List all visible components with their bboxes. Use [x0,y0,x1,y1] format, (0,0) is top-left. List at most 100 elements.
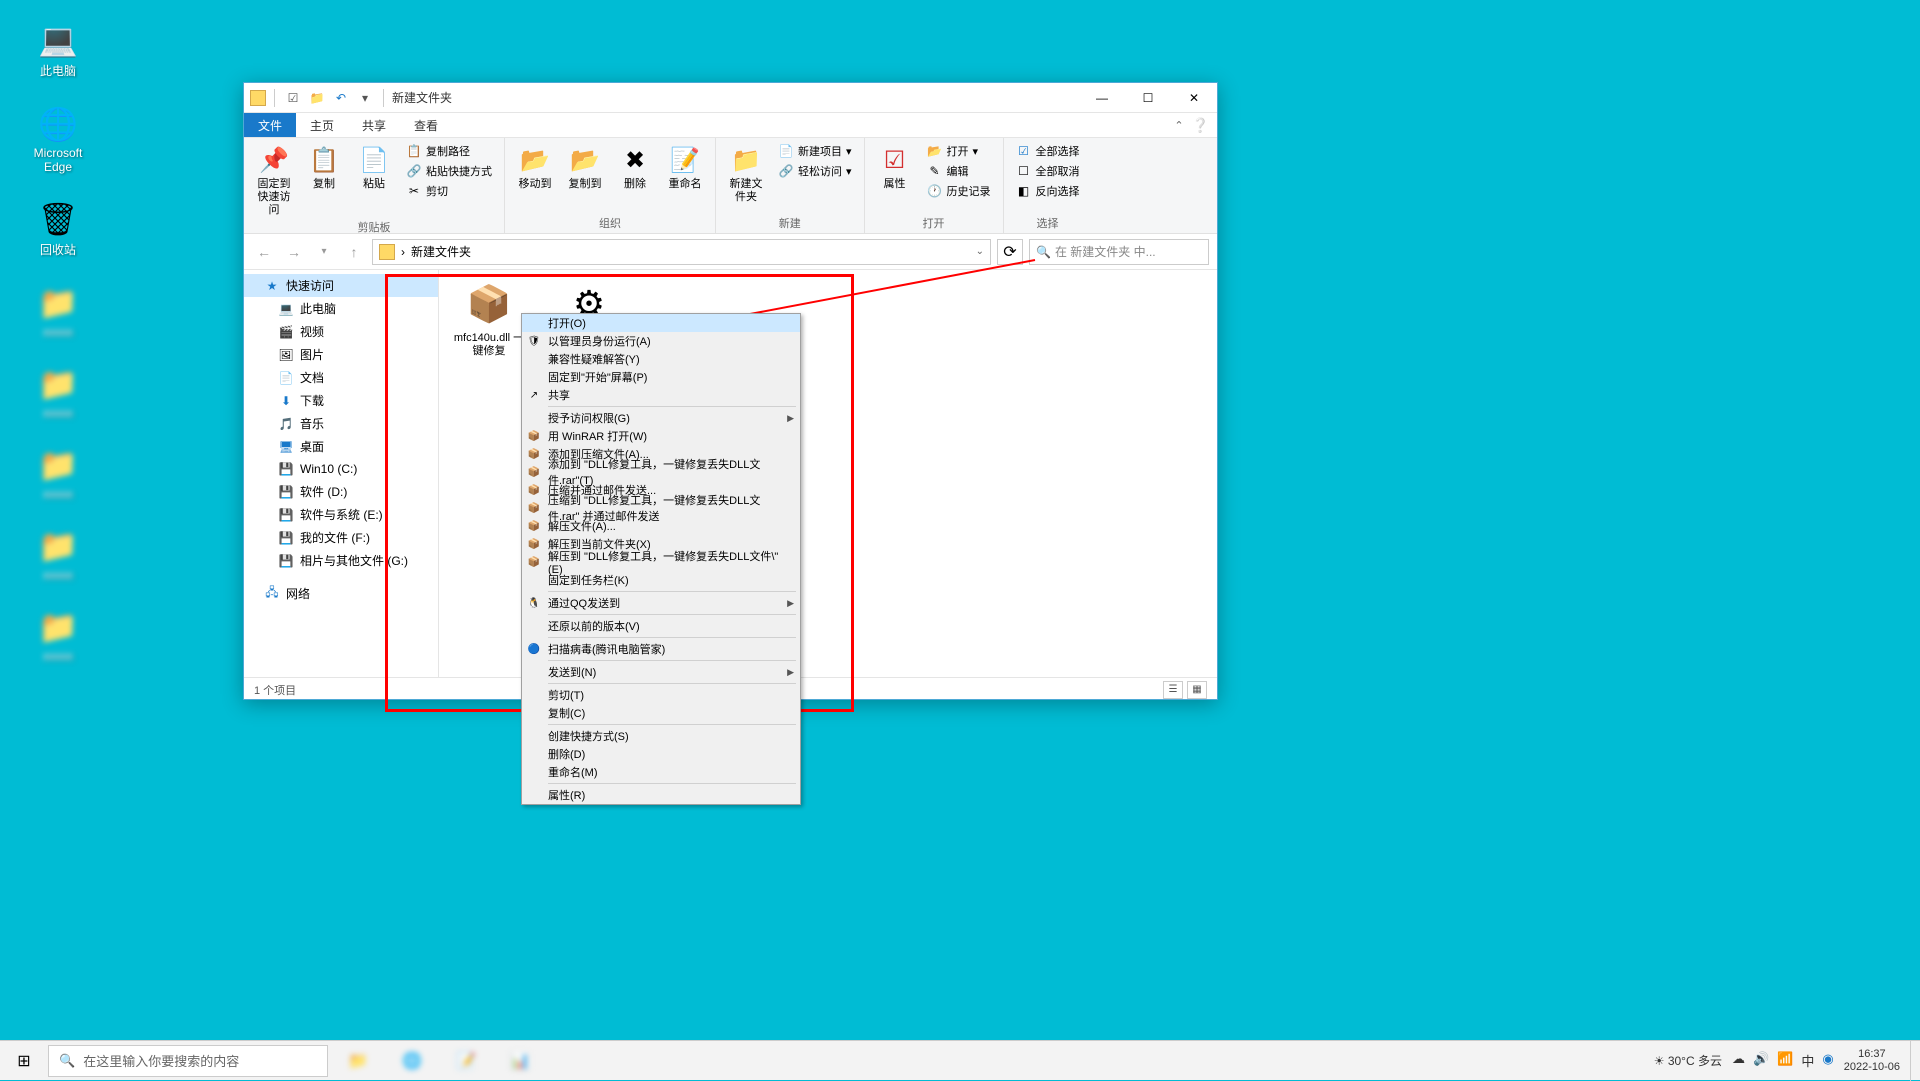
task-item[interactable]: 🌐 [386,1041,438,1081]
context-menu-item[interactable]: 发送到(N)▶ [522,663,800,681]
pasteshortcut-button[interactable]: 🔗粘贴快捷方式 [402,162,496,180]
desktop-icon-this-pc[interactable]: 💻 此电脑 [20,20,96,79]
context-menu-item[interactable]: 复制(C) [522,704,800,722]
qat-dropdown-icon[interactable]: ▾ [355,88,375,108]
sidebar-item[interactable]: 🖧网络 [244,582,438,605]
back-button[interactable]: ← [252,240,276,264]
context-menu-item[interactable]: 📦压缩到 "DLL修复工具，一键修复丢失DLL文件.rar" 并通过邮件发送 [522,499,800,517]
context-menu-item[interactable]: 授予访问权限(G)▶ [522,409,800,427]
tray-clock[interactable]: 16:37 2022-10-06 [1844,1048,1900,1074]
sidebar-item[interactable]: 💾相片与其他文件 (G:) [244,549,438,572]
sidebar-item[interactable]: 💾软件 (D:) [244,480,438,503]
qat-properties-icon[interactable]: ☑ [283,88,303,108]
context-menu-item[interactable]: 剪切(T) [522,686,800,704]
context-menu-item[interactable]: 删除(D) [522,745,800,763]
tab-share[interactable]: 共享 [348,113,400,137]
help-icon[interactable]: ❔ [1192,117,1209,134]
forward-button[interactable]: → [282,240,306,264]
context-menu-item[interactable]: 🔵扫描病毒(腾讯电脑管家) [522,640,800,658]
desktop-icon-blurred[interactable]: 📁xxxxx [20,526,96,582]
tray-wifi-icon[interactable]: 📶 [1777,1051,1793,1070]
context-menu-item[interactable]: 📦添加到 "DLL修复工具，一键修复丢失DLL文件.rar"(T) [522,463,800,481]
address-path[interactable]: › 新建文件夹 ⌄ [372,239,991,265]
tab-home[interactable]: 主页 [296,113,348,137]
tab-file[interactable]: 文件 [244,113,296,137]
tray-sound-icon[interactable]: 🔊 [1753,1051,1769,1070]
desktop-icon-blurred[interactable]: 📁xxxxx [20,607,96,663]
up-button[interactable]: ↑ [342,240,366,264]
desktop-icon-blurred[interactable]: 📁xxxxx [20,283,96,339]
ribbon-collapse-icon[interactable]: ⌃ [1174,119,1183,132]
selectnone-button[interactable]: ☐全部取消 [1012,162,1084,180]
paste-button[interactable]: 📄粘贴 [352,142,396,193]
context-menu-item[interactable]: 兼容性疑难解答(Y) [522,350,800,368]
start-button[interactable]: ⊞ [0,1041,48,1081]
open-button[interactable]: 📂打开 ▾ [923,142,995,160]
copypath-button[interactable]: 📋复制路径 [402,142,496,160]
breadcrumb-item[interactable]: 新建文件夹 [411,243,471,260]
task-item[interactable]: 📁 [332,1041,384,1081]
search-input[interactable]: 🔍 在 新建文件夹 中... [1029,239,1209,265]
weather-widget[interactable]: ☀ 30°C 多云 [1654,1052,1722,1069]
context-menu-item[interactable]: ↗共享 [522,386,800,404]
tray-cloud-icon[interactable]: ☁ [1732,1051,1745,1070]
sidebar-item[interactable]: 🎵音乐 [244,412,438,435]
qat-new-folder-icon[interactable]: 📁 [307,88,327,108]
sidebar-item[interactable]: 💾软件与系统 (E:) [244,503,438,526]
maximize-button[interactable]: ☐ [1125,83,1171,113]
task-item[interactable]: 📝 [440,1041,492,1081]
task-item[interactable]: 📊 [494,1041,546,1081]
delete-button[interactable]: ✖删除 [613,142,657,193]
sidebar-item[interactable]: 💾Win10 (C:) [244,458,438,480]
sidebar-item[interactable]: ★快速访问 [244,274,438,297]
sidebar-item[interactable]: 🖼图片 [244,343,438,366]
context-menu-item[interactable]: 📦解压文件(A)... [522,517,800,535]
copyto-button[interactable]: 📂复制到 [563,142,607,193]
show-desktop-button[interactable] [1910,1041,1916,1081]
newfolder-button[interactable]: 📁新建文件夹 [724,142,768,206]
context-menu-item[interactable]: 打开(O) [522,314,800,332]
taskbar-search[interactable]: 🔍 在这里输入你要搜索的内容 [48,1045,328,1077]
desktop-icon-blurred[interactable]: 📁xxxxx [20,445,96,501]
context-menu-item[interactable]: 创建快捷方式(S) [522,727,800,745]
address-dropdown-icon[interactable]: ⌄ [976,246,984,257]
context-menu-item[interactable]: 属性(R) [522,786,800,804]
context-menu-item[interactable]: 🛡以管理员身份运行(A) [522,332,800,350]
minimize-button[interactable]: — [1079,83,1125,113]
easyaccess-button[interactable]: 🔗轻松访问 ▾ [774,162,856,180]
selectall-button[interactable]: ☑全部选择 [1012,142,1084,160]
sidebar-item[interactable]: ⬇下载 [244,389,438,412]
copy-button[interactable]: 📋复制 [302,142,346,193]
newitem-button[interactable]: 📄新建项目 ▾ [774,142,856,160]
desktop-icon-edge[interactable]: 🌐 Microsoft Edge [20,104,96,174]
context-menu-item[interactable]: 固定到任务栏(K) [522,571,800,589]
desktop-icon-blurred[interactable]: 📁xxxxx [20,364,96,420]
close-button[interactable]: ✕ [1171,83,1217,113]
context-menu-item[interactable]: 📦用 WinRAR 打开(W) [522,427,800,445]
context-menu-item[interactable]: 📦解压到 "DLL修复工具，一键修复丢失DLL文件\"(E) [522,553,800,571]
recent-dropdown[interactable]: ▾ [312,240,336,264]
tray-app-icon[interactable]: ◉ [1822,1051,1833,1070]
desktop-icon-recycle-bin[interactable]: 🗑 回收站 [20,199,96,258]
context-menu-item[interactable]: 🐧通过QQ发送到▶ [522,594,800,612]
refresh-button[interactable]: ⟳ [997,239,1023,265]
sidebar-item[interactable]: 💻此电脑 [244,297,438,320]
file-item-rar[interactable]: 📦 mfc140u.dll 一键修复 [449,280,529,358]
cut-button[interactable]: ✂剪切 [402,182,496,200]
titlebar[interactable]: ☑ 📁 ↶ ▾ 新建文件夹 — ☐ ✕ [244,83,1217,113]
icons-view-button[interactable]: ▦ [1187,681,1207,699]
pin-button[interactable]: 📌固定到快速访问 [252,142,296,219]
moveto-button[interactable]: 📂移动到 [513,142,557,193]
edit-button[interactable]: ✎编辑 [923,162,995,180]
sidebar-item[interactable]: 📄文档 [244,366,438,389]
invert-button[interactable]: ◧反向选择 [1012,182,1084,200]
rename-button[interactable]: 📝重命名 [663,142,707,193]
properties-button[interactable]: ☑属性 [873,142,917,193]
tray-ime-icon[interactable]: 中 [1801,1051,1814,1070]
context-menu-item[interactable]: 固定到"开始"屏幕(P) [522,368,800,386]
history-button[interactable]: 🕐历史记录 [923,182,995,200]
sidebar-item[interactable]: 🎬视频 [244,320,438,343]
tab-view[interactable]: 查看 [400,113,452,137]
context-menu-item[interactable]: 重命名(M) [522,763,800,781]
qat-undo-icon[interactable]: ↶ [331,88,351,108]
